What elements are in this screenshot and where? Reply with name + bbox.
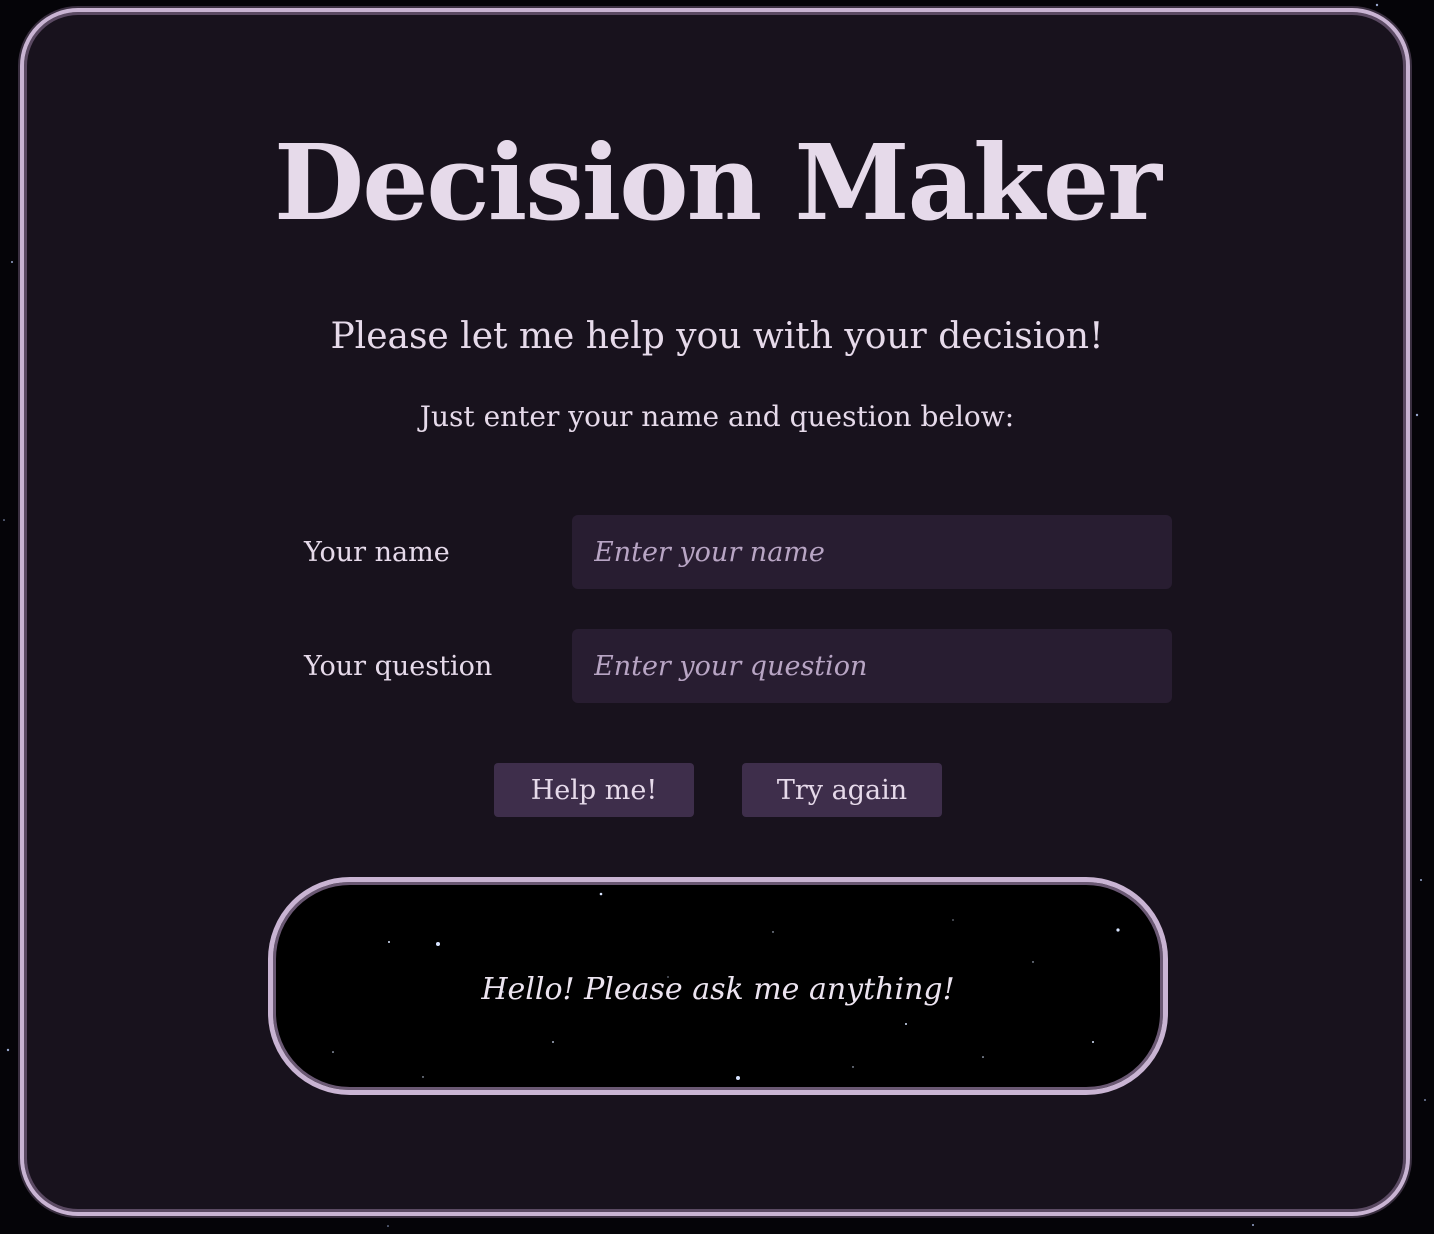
try-again-button[interactable]: Try again xyxy=(742,763,942,817)
answer-message: Hello! Please ask me anything! xyxy=(481,972,955,1007)
name-label: Your name xyxy=(304,537,450,568)
question-label: Your question xyxy=(304,651,493,682)
question-input[interactable] xyxy=(572,629,1172,703)
help-me-button[interactable]: Help me! xyxy=(494,763,694,817)
page-subtitle: Please let me help you with your decisio… xyxy=(330,316,1104,357)
name-input[interactable] xyxy=(572,515,1172,589)
answer-panel: Hello! Please ask me anything! xyxy=(268,877,1168,1095)
page-title: Decision Maker xyxy=(274,121,1162,244)
instruction-text: Just enter your name and question below: xyxy=(419,400,1015,433)
